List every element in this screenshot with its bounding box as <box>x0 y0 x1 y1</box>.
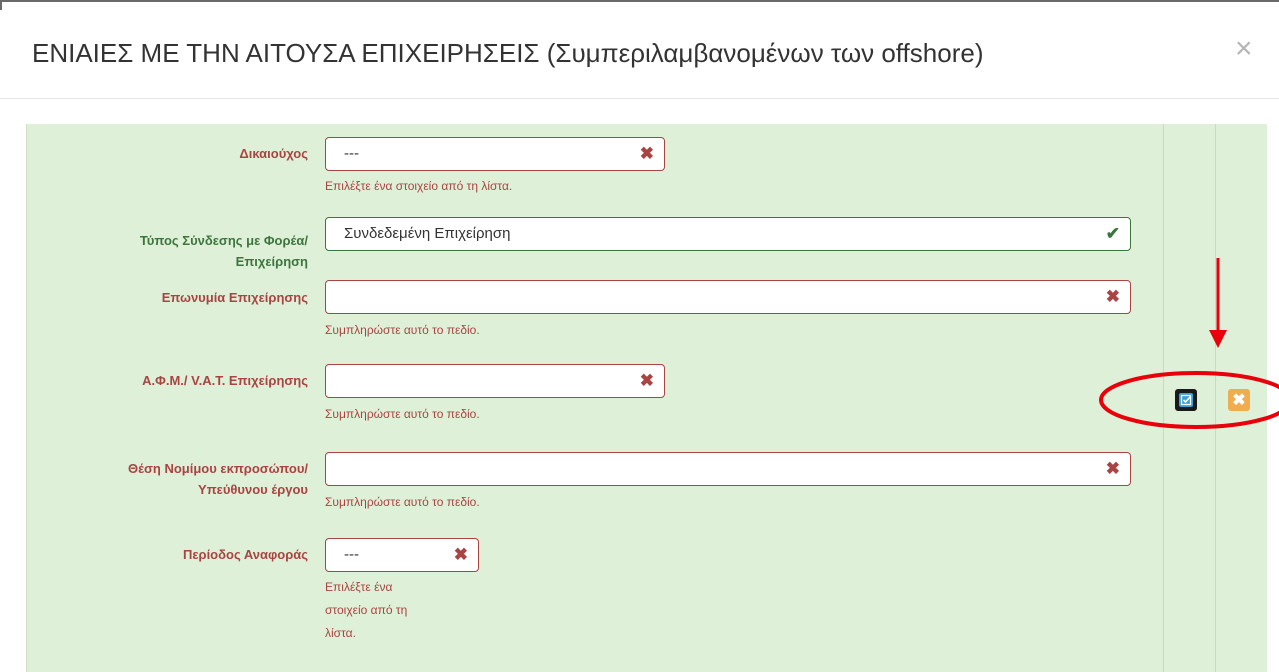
error-x-icon: ✖ <box>1105 459 1120 478</box>
beneficiary-label: Δικαιούχος <box>239 146 308 161</box>
vat-label: Α.Φ.Μ./ V.A.T. Επιχείρησης <box>142 373 308 388</box>
link-type-label-line1: Τύπος Σύνδεσης με Φορέα/ <box>139 233 308 248</box>
company-name-label: Επωνυμία Επιχείρησης <box>161 290 308 305</box>
error-x-icon: ✖ <box>453 545 468 564</box>
valid-check-icon: ✔ <box>1105 224 1120 243</box>
save-edit-button[interactable] <box>1175 389 1197 411</box>
link-type-select[interactable]: Συνδεδεμένη Επιχείρηση ✔ <box>325 217 1131 251</box>
representative-position-help: Συμπληρώστε αυτό το πεδίο. <box>325 495 480 509</box>
reporting-period-label: Περίοδος Αναφοράς <box>182 547 308 562</box>
beneficiary-select[interactable]: --- ✖ <box>325 137 665 171</box>
link-type-value: Συνδεδεμένη Επιχείρηση <box>344 225 511 242</box>
reporting-period-value: --- <box>344 546 359 563</box>
actions-column-divider-right <box>1215 124 1216 672</box>
link-type-label-line2: Επιχείρηση <box>235 254 308 269</box>
reporting-period-select[interactable]: --- ✖ <box>325 538 479 572</box>
beneficiary-help: Επιλέξτε ένα στοιχείο από τη λίστα. <box>325 179 513 193</box>
edit-check-icon <box>1179 393 1193 407</box>
cancel-x-icon: ✖ <box>1232 392 1246 409</box>
modal-header-divider <box>0 98 1279 99</box>
modal-title: ΕΝΙΑΙΕΣ ΜΕ ΤΗΝ ΑΙΤΟΥΣΑ ΕΠΙΧΕΙΡΗΣΕΙΣ (Συμ… <box>32 38 984 68</box>
representative-label-line2: Υπεύθυνου έργου <box>198 482 308 497</box>
representative-position-input[interactable]: ✖ <box>325 452 1131 486</box>
company-name-input[interactable]: ✖ <box>325 280 1131 314</box>
error-x-icon: ✖ <box>1105 287 1120 306</box>
vat-input[interactable]: ✖ <box>325 364 665 398</box>
company-name-help: Συμπληρώστε αυτό το πεδίο. <box>325 323 480 337</box>
actions-column-divider-left <box>1163 124 1164 672</box>
error-x-icon: ✖ <box>639 144 654 163</box>
beneficiary-value: --- <box>344 145 359 162</box>
form-row-panel <box>26 124 1267 672</box>
vat-help: Συμπληρώστε αυτό το πεδίο. <box>325 407 480 421</box>
window-top-border <box>0 0 1279 2</box>
error-x-icon: ✖ <box>639 371 654 390</box>
reporting-period-help-line3: λίστα. <box>325 626 356 640</box>
close-icon[interactable]: × <box>1235 34 1253 64</box>
reporting-period-help-line1: Επιλέξτε ένα <box>325 580 393 594</box>
representative-label-line1: Θέση Νομίμου εκπροσώπου/ <box>128 461 308 476</box>
window-corner-mark <box>0 0 2 10</box>
reporting-period-help-line2: στοιχείο από τη <box>325 603 408 617</box>
cancel-button[interactable]: ✖ <box>1228 389 1250 411</box>
